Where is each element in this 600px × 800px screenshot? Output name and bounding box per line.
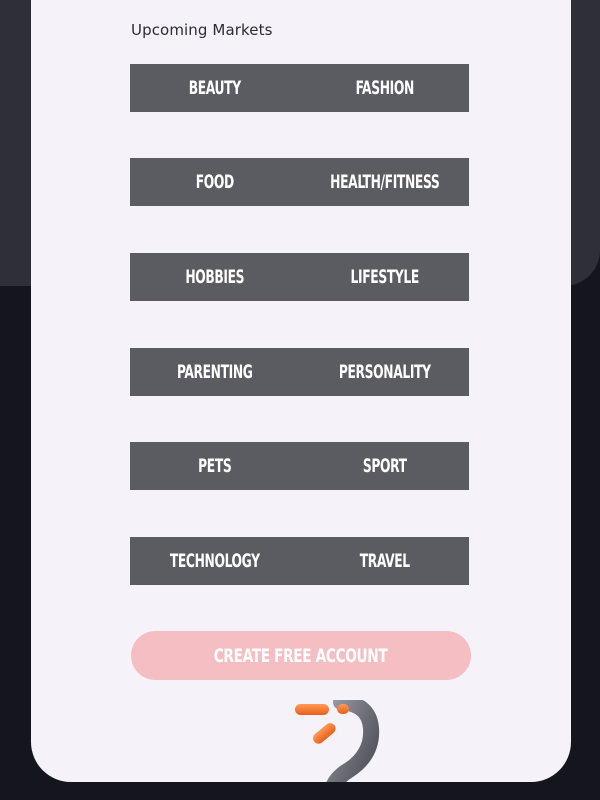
market-tile-lifestyle[interactable]: LIFESTYLE (323, 253, 445, 301)
market-tile-health-fitness[interactable]: HEALTH/FITNESS (323, 158, 445, 206)
market-tile-food[interactable]: FOOD (154, 158, 276, 206)
market-tile-technology[interactable]: TECHNOLOGY (154, 537, 276, 585)
create-account-button[interactable]: CREATE FREE ACCOUNT (131, 631, 471, 680)
section-title: Upcoming Markets (131, 21, 273, 39)
logo-icon (295, 700, 380, 782)
market-row: FOOD HEALTH/FITNESS (130, 158, 469, 206)
markets-card: Upcoming Markets BEAUTY FASHION FOOD HEA… (31, 0, 571, 782)
market-tile-pets[interactable]: PETS (154, 442, 276, 490)
market-tile-beauty[interactable]: BEAUTY (154, 64, 276, 112)
market-tile-travel[interactable]: TRAVEL (323, 537, 445, 585)
market-tile-sport[interactable]: SPORT (323, 442, 445, 490)
market-row: PARENTING PERSONALITY (130, 348, 469, 396)
market-tile-parenting[interactable]: PARENTING (154, 348, 276, 396)
market-tile-hobbies[interactable]: HOBBIES (154, 253, 276, 301)
market-row: BEAUTY FASHION (130, 64, 469, 112)
market-tile-fashion[interactable]: FASHION (323, 64, 445, 112)
create-account-label: CREATE FREE ACCOUNT (214, 644, 388, 667)
market-row: HOBBIES LIFESTYLE (130, 253, 469, 301)
market-row: PETS SPORT (130, 442, 469, 490)
market-row: TECHNOLOGY TRAVEL (130, 537, 469, 585)
market-tile-personality[interactable]: PERSONALITY (323, 348, 445, 396)
